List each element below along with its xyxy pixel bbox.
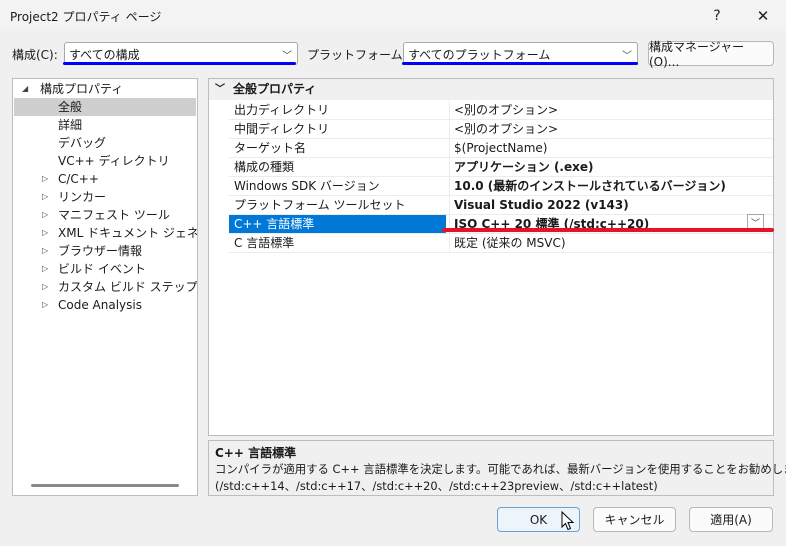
- property-grid: ﹀ 全般プロパティ 出力ディレクトリ <別のオプション> 中間ディレクトリ <別のオプ…: [208, 78, 774, 436]
- tree-item-label: C/C++: [58, 172, 99, 186]
- tree-item[interactable]: ▷ XML ドキュメント ジェネレーター: [14, 224, 198, 242]
- tree-item[interactable]: ▷ Code Analysis: [14, 296, 196, 314]
- tree-item-label: ビルド イベント: [58, 262, 146, 276]
- property-name: C++ 言語標準: [229, 215, 446, 233]
- grid-section-header[interactable]: ﹀ 全般プロパティ: [209, 79, 773, 100]
- property-value[interactable]: $(ProjectName): [449, 139, 769, 157]
- property-value[interactable]: <別のオプション>: [449, 101, 769, 119]
- property-tree: ◢ 構成プロパティ 全般詳細デバッグ VC++ ディレクトリ ▷ C/C++ ▷ リンカー…: [12, 78, 198, 496]
- property-name: ターゲット名: [234, 141, 307, 155]
- tree-item-label: Code Analysis: [58, 298, 142, 312]
- blue-annotation-underline: [63, 62, 296, 65]
- property-name: 中間ディレクトリ: [234, 122, 330, 136]
- property-value[interactable]: 10.0 (最新のインストールされているバージョン): [449, 177, 769, 195]
- property-row[interactable]: Windows SDK バージョン 10.0 (最新のインストールされているバージ…: [229, 177, 773, 196]
- property-name: 出力ディレクトリ: [234, 103, 330, 117]
- tree-item[interactable]: ▷ C/C++: [14, 170, 196, 188]
- property-row[interactable]: 中間ディレクトリ <別のオプション>: [229, 120, 773, 139]
- expand-triangle-icon[interactable]: ▷: [42, 188, 52, 206]
- window-title: Project2 プロパティ ページ: [10, 10, 162, 24]
- property-name: プラットフォーム ツールセット: [234, 198, 406, 212]
- config-select-value: すべての構成: [69, 48, 140, 62]
- tree-item-label: デバッグ: [58, 136, 107, 150]
- tree-item-label: マニフェスト ツール: [58, 208, 170, 222]
- property-row[interactable]: ターゲット名 $(ProjectName): [229, 139, 773, 158]
- help-icon[interactable]: ?: [694, 0, 740, 31]
- tree-item[interactable]: ▷ リンカー: [14, 188, 196, 206]
- tree-item-label: XML ドキュメント ジェネレーター: [58, 226, 198, 240]
- tree-item-label: 全般: [58, 100, 83, 114]
- collapse-triangle-icon[interactable]: ◢: [22, 80, 32, 98]
- tree-item-label: ブラウザー情報: [58, 244, 143, 258]
- config-manager-button[interactable]: 構成マネージャー(O)...: [648, 40, 774, 69]
- platform-select-value: すべてのプラットフォーム: [408, 48, 551, 62]
- property-value[interactable]: 既定 (従来の MSVC): [449, 234, 769, 252]
- property-row[interactable]: C 言語標準 既定 (従来の MSVC): [229, 234, 773, 253]
- expand-triangle-icon[interactable]: ▷: [42, 242, 52, 260]
- description-line-1: コンパイラが適用する C++ 言語標準を決定します。可能であれば、最新バージョン…: [215, 462, 786, 476]
- tree-item[interactable]: ▷ ビルド イベント: [14, 260, 196, 278]
- tree-item[interactable]: ▷ マニフェスト ツール: [14, 206, 196, 224]
- tree-item[interactable]: デバッグ: [14, 134, 196, 152]
- tree-item[interactable]: 詳細: [14, 116, 196, 134]
- tree-item[interactable]: 全般: [14, 98, 196, 116]
- expand-triangle-icon[interactable]: ▷: [42, 278, 52, 296]
- property-value[interactable]: アプリケーション (.exe): [449, 158, 769, 176]
- property-row[interactable]: プラットフォーム ツールセット Visual Studio 2022 (v143): [229, 196, 773, 215]
- tree-item-label: 詳細: [58, 118, 83, 132]
- title-bar: Project2 プロパティ ページ ? ✕: [0, 0, 786, 31]
- property-name: 構成の種類: [234, 160, 295, 174]
- chevron-down-icon: ﹀: [282, 51, 292, 62]
- description-panel: C++ 言語標準 コンパイラが適用する C++ 言語標準を決定します。可能であれ…: [208, 440, 786, 496]
- horizontal-scrollbar[interactable]: [31, 484, 179, 487]
- expand-triangle-icon[interactable]: ▷: [42, 296, 52, 314]
- tree-root-label: 構成プロパティ: [40, 82, 124, 96]
- tree-item[interactable]: ▷ ブラウザー情報: [14, 242, 196, 260]
- close-icon[interactable]: ✕: [740, 0, 786, 31]
- mouse-cursor-icon: [561, 511, 575, 531]
- red-annotation-underline: [442, 228, 774, 232]
- tree-item-label: VC++ ディレクトリ: [58, 154, 170, 168]
- tree-item[interactable]: ▷ カスタム ビルド ステップ: [14, 278, 198, 296]
- property-row[interactable]: 構成の種類 アプリケーション (.exe): [229, 158, 773, 177]
- property-value[interactable]: <別のオプション>: [449, 120, 769, 138]
- expand-triangle-icon[interactable]: ▷: [42, 224, 52, 242]
- description-title: C++ 言語標準: [215, 446, 297, 460]
- cancel-button[interactable]: キャンセル: [593, 507, 676, 532]
- tree-root[interactable]: ◢ 構成プロパティ: [14, 80, 196, 98]
- property-value[interactable]: Visual Studio 2022 (v143): [449, 196, 769, 214]
- property-name: C 言語標準: [234, 236, 295, 250]
- tree-item-label: リンカー: [58, 190, 107, 204]
- grid-section-title: 全般プロパティ: [233, 82, 317, 96]
- chevron-down-icon: ﹀: [622, 51, 632, 62]
- property-name: Windows SDK バージョン: [234, 179, 380, 193]
- chevron-down-icon[interactable]: ﹀: [215, 79, 225, 100]
- expand-triangle-icon[interactable]: ▷: [42, 206, 52, 224]
- config-label: 構成(C):: [12, 48, 58, 62]
- description-line-2: (/std:c++14、/std:c++17、/std:c++20、/std:c…: [215, 479, 658, 493]
- expand-triangle-icon[interactable]: ▷: [42, 260, 52, 278]
- expand-triangle-icon[interactable]: ▷: [42, 170, 52, 188]
- apply-button[interactable]: 適用(A): [689, 507, 773, 532]
- property-row[interactable]: 出力ディレクトリ <別のオプション>: [229, 101, 773, 120]
- tree-item[interactable]: VC++ ディレクトリ: [14, 152, 196, 170]
- tree-item-label: カスタム ビルド ステップ: [58, 280, 198, 294]
- blue-annotation-underline: [402, 62, 638, 65]
